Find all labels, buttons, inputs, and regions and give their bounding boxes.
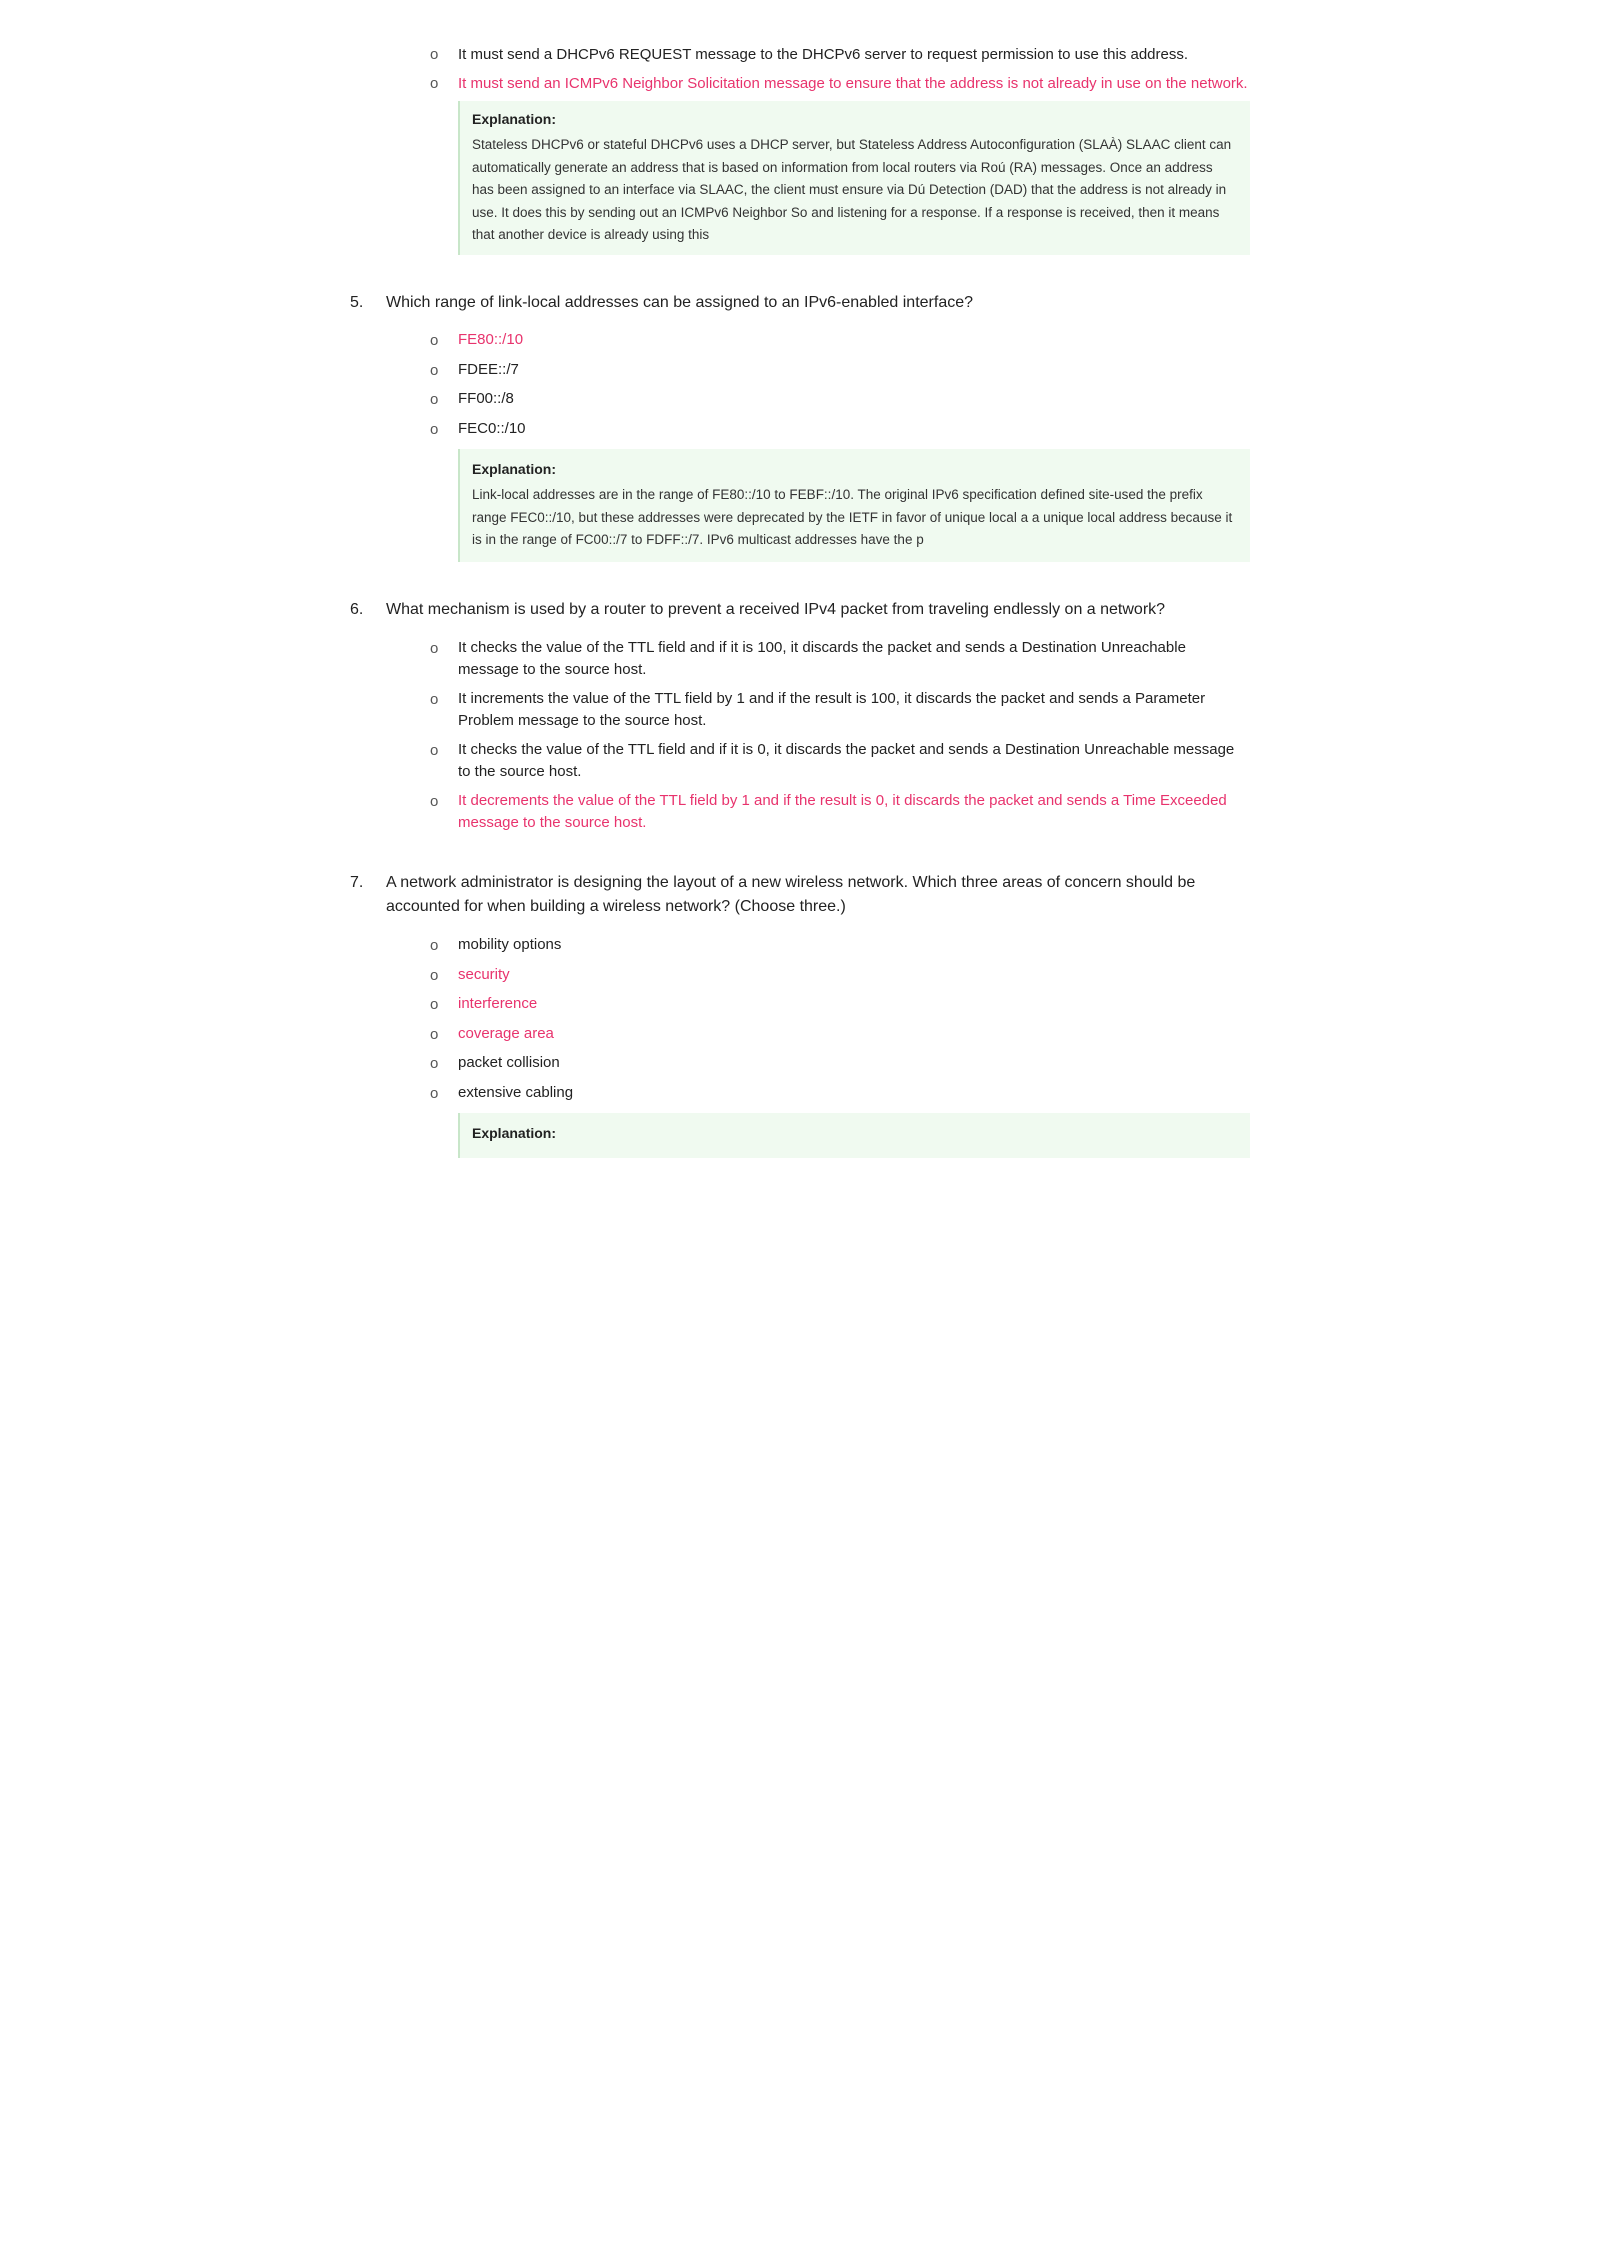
bullet-icon: o xyxy=(430,418,458,442)
question-7-options: o mobility options o security o interfer… xyxy=(430,934,1250,1158)
option-text: FF00::/8 xyxy=(458,388,514,411)
option-text-correct: coverage area xyxy=(458,1023,554,1046)
bullet-icon: o xyxy=(430,993,458,1017)
option-text: mobility options xyxy=(458,934,561,957)
list-item: o coverage area xyxy=(430,1023,1250,1047)
list-item: o extensive cabling xyxy=(430,1082,1250,1106)
question-5-options: o FE80::/10 o FDEE::/7 o FF00::/8 o FEC0… xyxy=(430,329,1250,562)
bullet-icon: o xyxy=(430,934,458,958)
option-text: It checks the value of the TTL field and… xyxy=(458,637,1250,682)
option-text-correct: It decrements the value of the TTL field… xyxy=(458,790,1250,835)
list-item: o It increments the value of the TTL fie… xyxy=(430,688,1250,733)
bullet-icon: o xyxy=(430,1082,458,1106)
list-item: o FEC0::/10 xyxy=(430,418,1250,442)
option-text-correct: security xyxy=(458,964,510,987)
list-item: o packet collision xyxy=(430,1052,1250,1076)
list-item: o FF00::/8 xyxy=(430,388,1250,412)
question-6-header: 6. What mechanism is used by a router to… xyxy=(350,598,1250,623)
bullet-icon: o xyxy=(430,388,458,412)
question-6-block: 6. What mechanism is used by a router to… xyxy=(350,598,1250,835)
explanation-label: Explanation: xyxy=(472,109,1238,130)
bullet-icon: o xyxy=(430,359,458,383)
question-5-header: 5. Which range of link-local addresses c… xyxy=(350,291,1250,316)
option-text-correct: interference xyxy=(458,993,537,1016)
bullet-icon: o xyxy=(430,44,458,67)
top-continuation-block: o It must send a DHCPv6 REQUEST message … xyxy=(350,44,1250,255)
option-text-correct: It must send an ICMPv6 Neighbor Solicita… xyxy=(458,73,1248,96)
explanation-label: Explanation: xyxy=(472,1123,1238,1144)
bullet-icon: o xyxy=(430,790,458,814)
list-item: o interference xyxy=(430,993,1250,1017)
explanation-text: Stateless DHCPv6 or stateful DHCPv6 uses… xyxy=(472,137,1231,242)
question-7-block: 7. A network administrator is designing … xyxy=(350,871,1250,1159)
list-item: o mobility options xyxy=(430,934,1250,958)
list-item: o FE80::/10 xyxy=(430,329,1250,353)
list-item: o It must send an ICMPv6 Neighbor Solici… xyxy=(430,73,1250,96)
list-item: o It decrements the value of the TTL fie… xyxy=(430,790,1250,835)
explanation-text: Link-local addresses are in the range of… xyxy=(472,487,1232,547)
question-7-explanation: Explanation: xyxy=(458,1113,1250,1158)
bullet-icon: o xyxy=(430,73,458,96)
option-text-correct: FE80::/10 xyxy=(458,329,523,352)
question-5-block: 5. Which range of link-local addresses c… xyxy=(350,291,1250,562)
list-item: o security xyxy=(430,964,1250,988)
question-6-text: What mechanism is used by a router to pr… xyxy=(386,598,1165,623)
list-item: o It checks the value of the TTL field a… xyxy=(430,637,1250,682)
page-container: o It must send a DHCPv6 REQUEST message … xyxy=(350,44,1250,1158)
question-5-text: Which range of link-local addresses can … xyxy=(386,291,973,316)
option-text: It checks the value of the TTL field and… xyxy=(458,739,1250,784)
explanation-label: Explanation: xyxy=(472,459,1238,480)
question-7-header: 7. A network administrator is designing … xyxy=(350,871,1250,921)
question-6-number: 6. xyxy=(350,598,386,622)
list-item: o FDEE::/7 xyxy=(430,359,1250,383)
option-text: extensive cabling xyxy=(458,1082,573,1105)
bullet-icon: o xyxy=(430,688,458,712)
top-explanation-block: Explanation: Stateless DHCPv6 or statefu… xyxy=(458,101,1250,255)
question-6-options: o It checks the value of the TTL field a… xyxy=(430,637,1250,835)
bullet-icon: o xyxy=(430,964,458,988)
bullet-icon: o xyxy=(430,329,458,353)
option-text: FDEE::/7 xyxy=(458,359,519,382)
option-text: It increments the value of the TTL field… xyxy=(458,688,1250,733)
bullet-icon: o xyxy=(430,1052,458,1076)
list-item: o It must send a DHCPv6 REQUEST message … xyxy=(430,44,1250,67)
bullet-icon: o xyxy=(430,1023,458,1047)
bullet-icon: o xyxy=(430,739,458,763)
top-bullet-area: o It must send a DHCPv6 REQUEST message … xyxy=(430,44,1250,255)
option-text: It must send a DHCPv6 REQUEST message to… xyxy=(458,44,1188,67)
option-text: FEC0::/10 xyxy=(458,418,526,441)
option-text: packet collision xyxy=(458,1052,560,1075)
question-5-explanation: Explanation: Link-local addresses are in… xyxy=(458,449,1250,562)
list-item: o It checks the value of the TTL field a… xyxy=(430,739,1250,784)
question-5-number: 5. xyxy=(350,291,386,315)
question-7-text: A network administrator is designing the… xyxy=(386,871,1250,921)
bullet-icon: o xyxy=(430,637,458,661)
question-7-number: 7. xyxy=(350,871,386,895)
